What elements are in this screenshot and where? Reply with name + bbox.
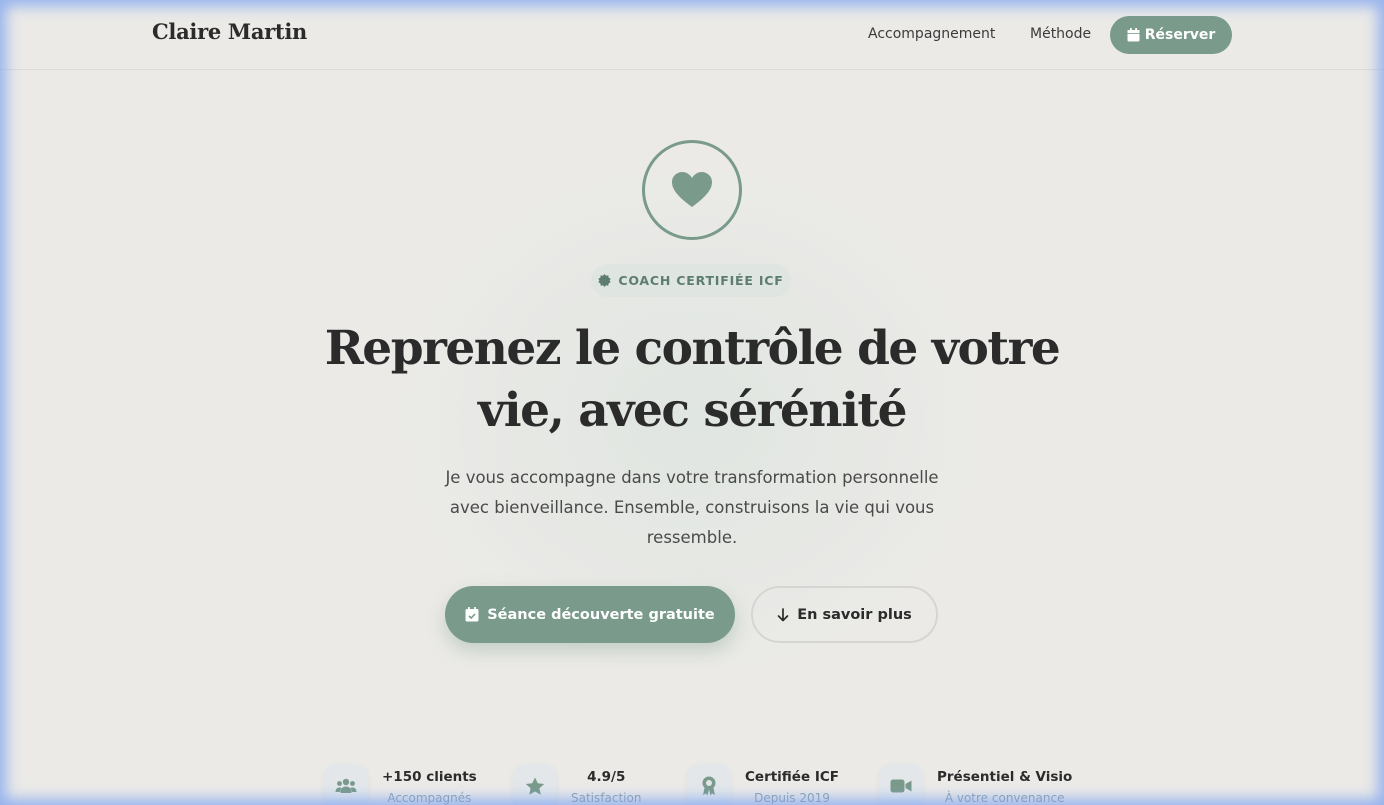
heart-icon bbox=[672, 172, 712, 207]
learn-more-button[interactable]: En savoir plus bbox=[751, 586, 938, 643]
free-session-button-label: Séance découverte gratuite bbox=[487, 606, 715, 623]
stat-title: +150 clients bbox=[382, 769, 477, 785]
stat-icon-box bbox=[513, 764, 557, 805]
heart-emblem bbox=[642, 140, 742, 240]
calendar-check-icon bbox=[465, 607, 479, 622]
stat-format: Présentiel & Visio À votre convenance bbox=[879, 764, 1072, 805]
badge-label: COACH CERTIFIÉE ICF bbox=[618, 273, 784, 288]
calendar-icon bbox=[1127, 28, 1140, 42]
reserve-button[interactable]: Réserver bbox=[1110, 16, 1232, 54]
hero-subtitle: Je vous accompagne dans votre transforma… bbox=[445, 468, 939, 547]
certification-badge: COACH CERTIFIÉE ICF bbox=[591, 264, 791, 297]
stat-title: Présentiel & Visio bbox=[937, 769, 1073, 785]
stat-title: Certifiée ICF bbox=[745, 769, 839, 785]
arrow-down-icon bbox=[777, 607, 789, 621]
reserve-button-label: Réserver bbox=[1144, 27, 1216, 43]
nav-link-accompagnement[interactable]: Accompagnement bbox=[868, 26, 995, 42]
users-icon bbox=[335, 778, 357, 793]
stat-clients: +150 clients Accompagnés bbox=[324, 764, 477, 805]
stat-icon-box bbox=[687, 764, 731, 805]
star-icon bbox=[525, 777, 545, 795]
site-header: Claire Martin Accompagnement Méthode Rés… bbox=[0, 0, 1384, 70]
stat-title: 4.9/5 bbox=[587, 769, 626, 785]
hero-title: Reprenez le contrôle de votre vie, avec … bbox=[324, 321, 1061, 438]
brand-logo[interactable]: Claire Martin bbox=[152, 19, 307, 44]
award-icon bbox=[702, 776, 716, 796]
stat-subtitle: Depuis 2019 bbox=[754, 791, 830, 805]
nav-link-methode[interactable]: Méthode bbox=[1030, 26, 1091, 42]
learn-more-button-label: En savoir plus bbox=[797, 606, 912, 623]
stat-subtitle: Satisfaction bbox=[571, 791, 642, 805]
stat-subtitle: Accompagnés bbox=[387, 791, 472, 805]
stat-satisfaction: 4.9/5 Satisfaction bbox=[513, 764, 641, 805]
certificate-seal-icon bbox=[598, 274, 612, 287]
stat-icon-box bbox=[879, 764, 923, 805]
stat-subtitle: À votre convenance bbox=[944, 791, 1065, 805]
stat-certification: Certifiée ICF Depuis 2019 bbox=[687, 764, 839, 805]
stat-icon-box bbox=[324, 764, 368, 805]
video-icon bbox=[890, 779, 912, 793]
free-session-button[interactable]: Séance découverte gratuite bbox=[445, 586, 735, 643]
